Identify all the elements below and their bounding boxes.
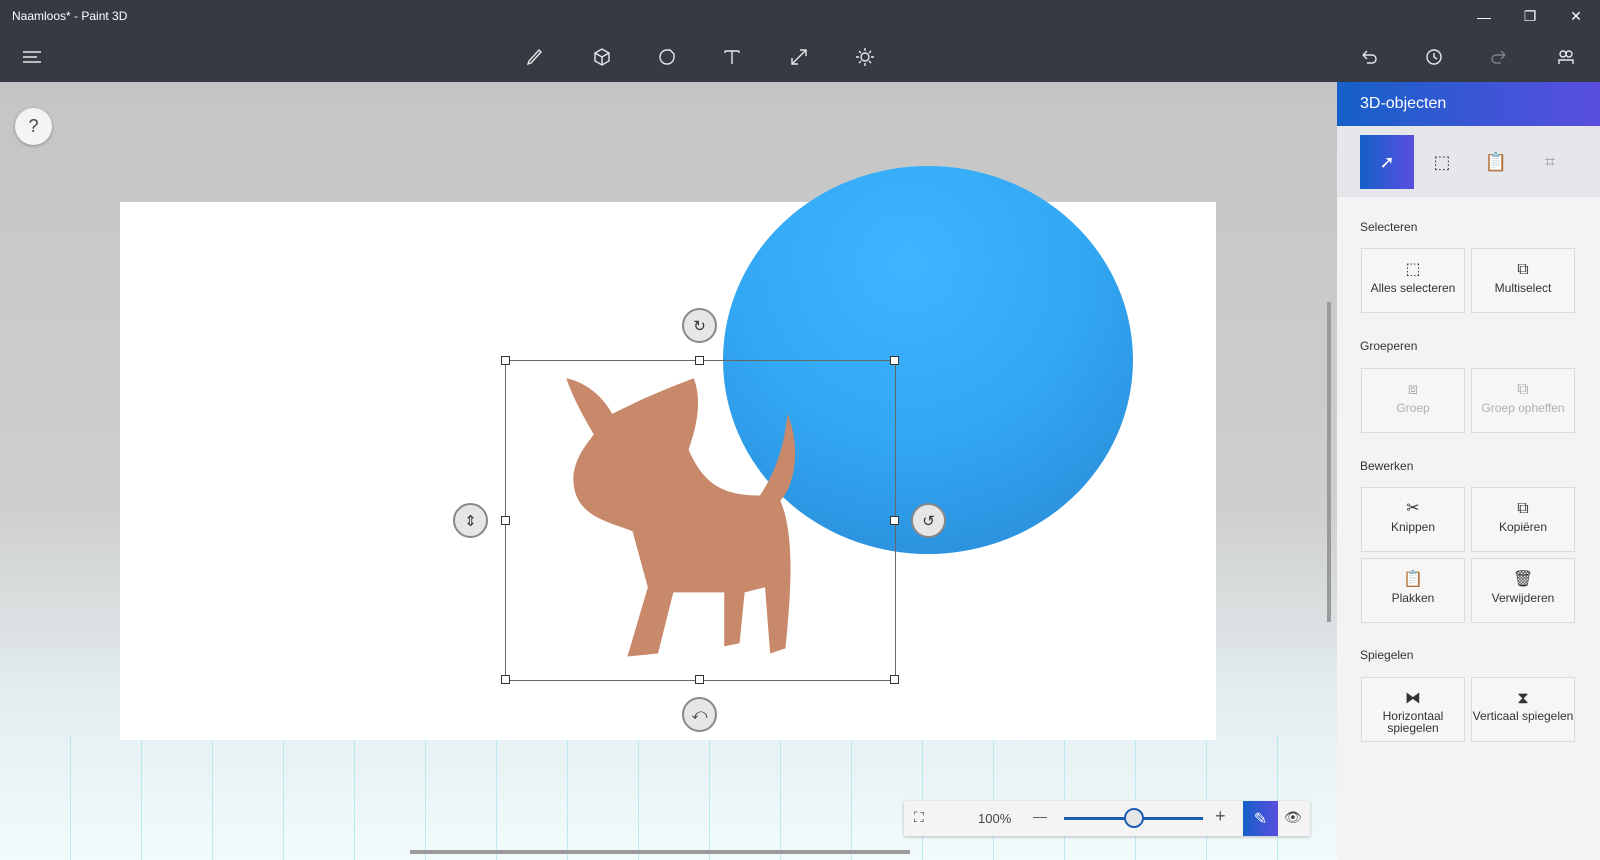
delete-button[interactable]: 🗑 Verwijderen (1471, 558, 1575, 623)
zoom-bar: ⛶ 100% — + ✎ 👁 (904, 801, 1310, 836)
canvas-area[interactable]: ? ↻ ⇕ ↺ ⤺ (0, 82, 1337, 860)
flip-horizontal-icon: ⧓ (1405, 690, 1421, 707)
minimize-button[interactable]: — (1461, 0, 1507, 33)
resize-handle[interactable] (501, 675, 510, 684)
copy-button[interactable]: ⧉ Kopiëren (1471, 487, 1575, 552)
label: Alles selecteren (1370, 281, 1456, 295)
label: Verwijderen (1491, 591, 1555, 605)
section-mirror: Spiegelen (1360, 648, 1414, 662)
selection-box[interactable] (505, 360, 896, 681)
ungroup-icon: ⧉ (1517, 381, 1529, 398)
brush-icon[interactable] (519, 41, 551, 73)
resize-handle[interactable] (890, 675, 899, 684)
flip-vertical-icon: ⧗ (1517, 690, 1529, 707)
label: Plakken (1391, 591, 1435, 605)
section-edit: Bewerken (1360, 459, 1414, 473)
section-select: Selecteren (1360, 220, 1418, 234)
multiselect-button[interactable]: ⧉ Multiselect (1471, 248, 1575, 313)
copy-icon: ⧉ (1517, 500, 1529, 517)
zoom-out-button[interactable]: — (1033, 808, 1047, 824)
select-region-icon[interactable]: ⬚ (1415, 135, 1469, 189)
resize-handle[interactable] (501, 516, 510, 525)
label: Kopiëren (1498, 520, 1548, 534)
label: Horizontaal spiegelen (1382, 709, 1444, 735)
floor-grid (0, 735, 1337, 860)
remix3d-icon[interactable] (1550, 41, 1582, 73)
depth-move-handle-icon[interactable]: ⇕ (453, 503, 488, 538)
multiselect-icon: ⧉ (1517, 261, 1529, 278)
panel-title: 3D-objecten (1337, 82, 1600, 126)
group-button[interactable]: ⧈ Groep (1361, 368, 1465, 433)
help-button[interactable]: ? (15, 108, 52, 145)
main-toolbar (0, 33, 1600, 82)
crop-icon[interactable]: ⌗ (1523, 135, 1577, 189)
cube-icon[interactable] (586, 41, 618, 73)
restore-button[interactable]: ❐ (1507, 0, 1553, 33)
close-button[interactable]: ✕ (1553, 0, 1599, 33)
redo-icon[interactable] (1483, 41, 1515, 73)
vertical-scrollbar[interactable] (1327, 302, 1331, 622)
resize-handle[interactable] (501, 356, 510, 365)
label: Knippen (1390, 520, 1436, 534)
section-group: Groeperen (1360, 339, 1418, 353)
cut-button[interactable]: ✂ Knippen (1361, 487, 1465, 552)
scissors-icon: ✂ (1406, 500, 1420, 517)
zoom-level: 100% (978, 811, 1012, 826)
view-3d-eye-icon[interactable]: 👁 (1284, 809, 1302, 826)
sticker-icon[interactable] (651, 41, 683, 73)
rotate-z-handle-icon[interactable]: ↻ (682, 308, 717, 343)
menu-icon[interactable] (16, 41, 48, 73)
label: Groep opheffen (1481, 401, 1565, 415)
select-all-button[interactable]: ⬚ Alles selecteren (1361, 248, 1465, 313)
fit-to-screen-icon[interactable]: ⛶ (914, 809, 924, 826)
label: Groep (1396, 401, 1430, 415)
undo-icon[interactable] (1353, 41, 1385, 73)
zoom-slider-thumb[interactable] (1123, 808, 1144, 828)
select-tool-pointer-icon[interactable]: ➚ (1360, 135, 1414, 189)
effects-icon[interactable] (849, 41, 881, 73)
label: Multiselect (1494, 281, 1552, 295)
brush-mode-icon[interactable]: ✎ (1243, 801, 1278, 836)
trash-icon: 🗑 (1512, 571, 1534, 588)
window-title: Naamloos* - Paint 3D (12, 9, 128, 23)
resize-handle[interactable] (695, 356, 704, 365)
resize-handle[interactable] (890, 356, 899, 365)
text-icon[interactable] (716, 41, 748, 73)
title-bar: Naamloos* - Paint 3D — ❐ ✕ (0, 0, 1600, 33)
canvas-resize-icon[interactable] (783, 41, 815, 73)
paste-tool-icon[interactable]: 📋 (1469, 135, 1523, 189)
group-icon: ⧈ (1407, 381, 1419, 398)
flip-horizontal-button[interactable]: ⧓ Horizontaal spiegelen (1361, 677, 1465, 742)
zoom-in-button[interactable]: + (1215, 806, 1226, 827)
side-panel: 3D-objecten ➚ ⬚ 📋 ⌗ Selecteren ⬚ Alles se… (1337, 82, 1600, 860)
horizontal-scrollbar[interactable] (410, 850, 910, 854)
flip-vertical-button[interactable]: ⧗ Verticaal spiegelen (1471, 677, 1575, 742)
rotate-x-handle-icon[interactable]: ↺ (911, 503, 946, 538)
ungroup-button[interactable]: ⧉ Groep opheffen (1471, 368, 1575, 433)
paste-icon: 📋 (1403, 571, 1423, 588)
paste-button[interactable]: 📋 Plakken (1361, 558, 1465, 623)
select-all-icon: ⬚ (1405, 261, 1421, 278)
resize-handle[interactable] (695, 675, 704, 684)
label: Verticaal spiegelen (1472, 709, 1574, 723)
panel-tools: ➚ ⬚ 📋 ⌗ (1337, 126, 1600, 197)
resize-handle[interactable] (890, 516, 899, 525)
rotate-y-handle-icon[interactable]: ⤺ (682, 697, 717, 732)
history-icon[interactable] (1418, 41, 1450, 73)
